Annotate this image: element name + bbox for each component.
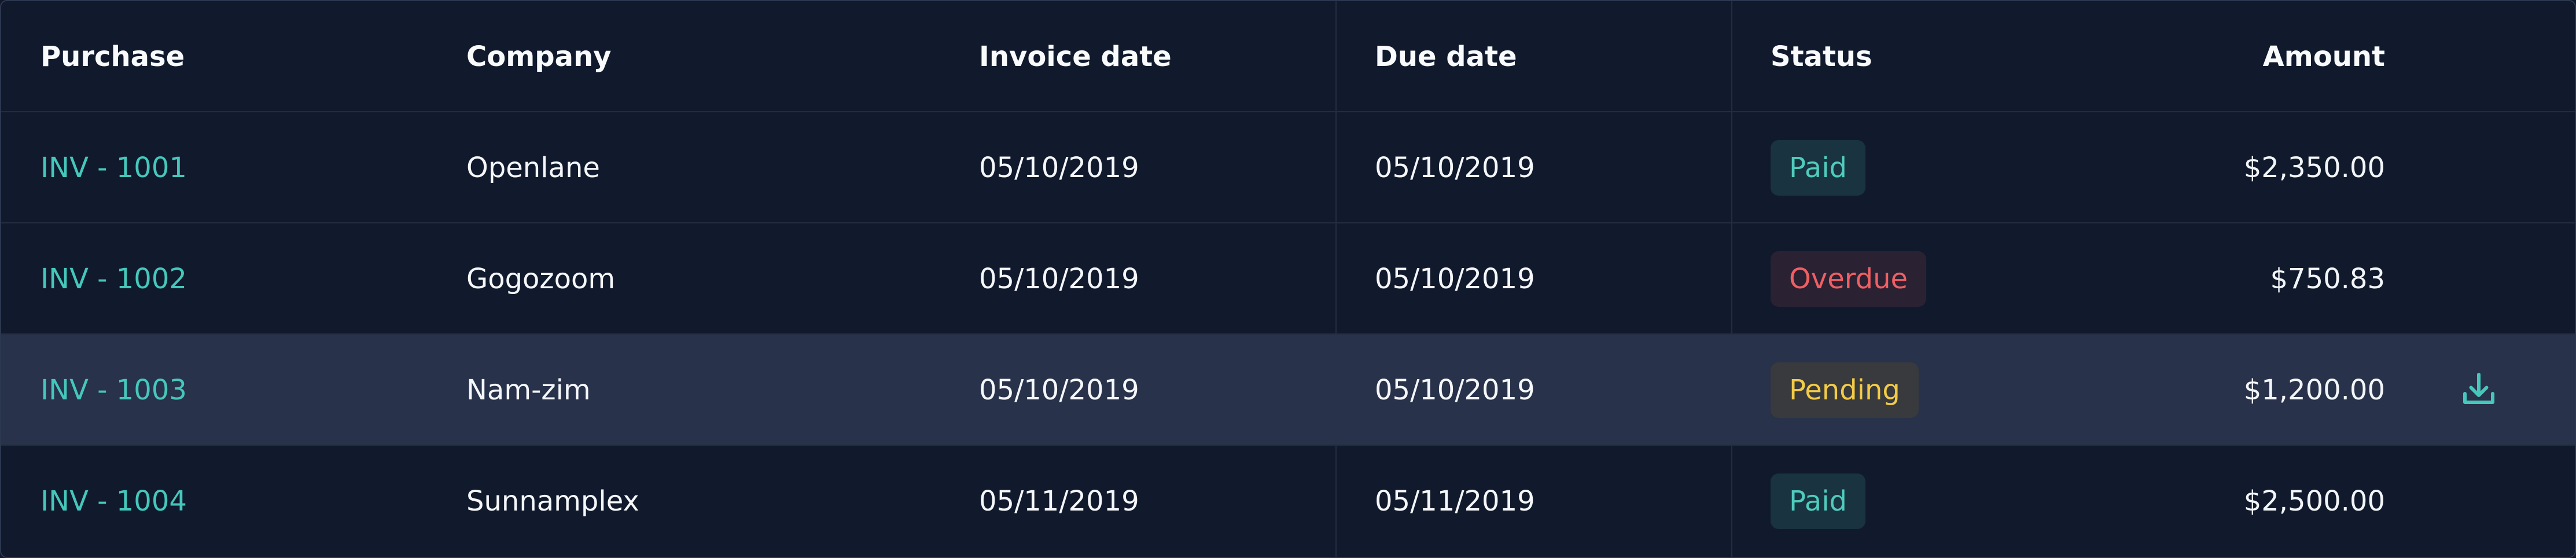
status-cell: Pending <box>1771 335 1919 446</box>
table-header: Purchase Company Invoice date Due date S… <box>1 1 2575 112</box>
purchase-link[interactable]: INV - 1001 <box>41 112 187 223</box>
invoice-table: Purchase Company Invoice date Due date S… <box>0 0 2576 558</box>
company-name: Sunnamplex <box>466 485 639 517</box>
amount-value: $750.83 <box>2270 263 2386 295</box>
status-badge: Paid <box>1771 140 1866 196</box>
invoice-date: 05/10/2019 <box>979 263 1139 295</box>
company-name: Gogozoom <box>466 263 616 295</box>
status-cell: Paid <box>1771 446 1866 557</box>
download-icon[interactable] <box>2458 369 2500 411</box>
invoice-date: 05/10/2019 <box>979 152 1139 184</box>
purchase-link[interactable]: INV - 1003 <box>41 335 187 446</box>
due-date: 05/10/2019 <box>1375 152 1535 184</box>
invoice-date: 05/10/2019 <box>979 374 1139 406</box>
purchase-link[interactable]: INV - 1004 <box>41 446 187 557</box>
company-name: Openlane <box>466 152 600 184</box>
invoice-date-header: Invoice date <box>979 41 1172 73</box>
invoice-date: 05/11/2019 <box>979 485 1139 517</box>
table-row[interactable]: INV - 1001 Openlane 05/10/2019 05/10/201… <box>1 112 2575 223</box>
status-badge: Paid <box>1771 473 1866 529</box>
table-row[interactable]: INV - 1002 Gogozoom 05/10/2019 05/10/201… <box>1 223 2575 335</box>
company-header: Company <box>466 41 612 73</box>
status-badge: Overdue <box>1771 251 1927 307</box>
status-cell: Paid <box>1771 112 1866 223</box>
purchase-link[interactable]: INV - 1002 <box>41 223 187 335</box>
amount-header: Amount <box>2262 41 2385 73</box>
due-date-header: Due date <box>1375 41 1517 73</box>
due-date: 05/10/2019 <box>1375 374 1535 406</box>
amount-value: $2,350.00 <box>2243 152 2385 184</box>
due-date: 05/10/2019 <box>1375 263 1535 295</box>
amount-value: $1,200.00 <box>2243 374 2385 406</box>
purchase-header: Purchase <box>41 41 185 73</box>
table-row[interactable]: INV - 1004 Sunnamplex 05/11/2019 05/11/2… <box>1 446 2575 557</box>
amount-value: $2,500.00 <box>2243 485 2385 517</box>
status-cell: Overdue <box>1771 223 1927 335</box>
status-header: Status <box>1771 41 1872 73</box>
status-badge: Pending <box>1771 362 1919 418</box>
table-row[interactable]: INV - 1003 Nam-zim 05/10/2019 05/10/2019… <box>1 335 2575 446</box>
company-name: Nam-zim <box>466 374 591 406</box>
due-date: 05/11/2019 <box>1375 485 1535 517</box>
download-button[interactable] <box>2458 335 2500 446</box>
